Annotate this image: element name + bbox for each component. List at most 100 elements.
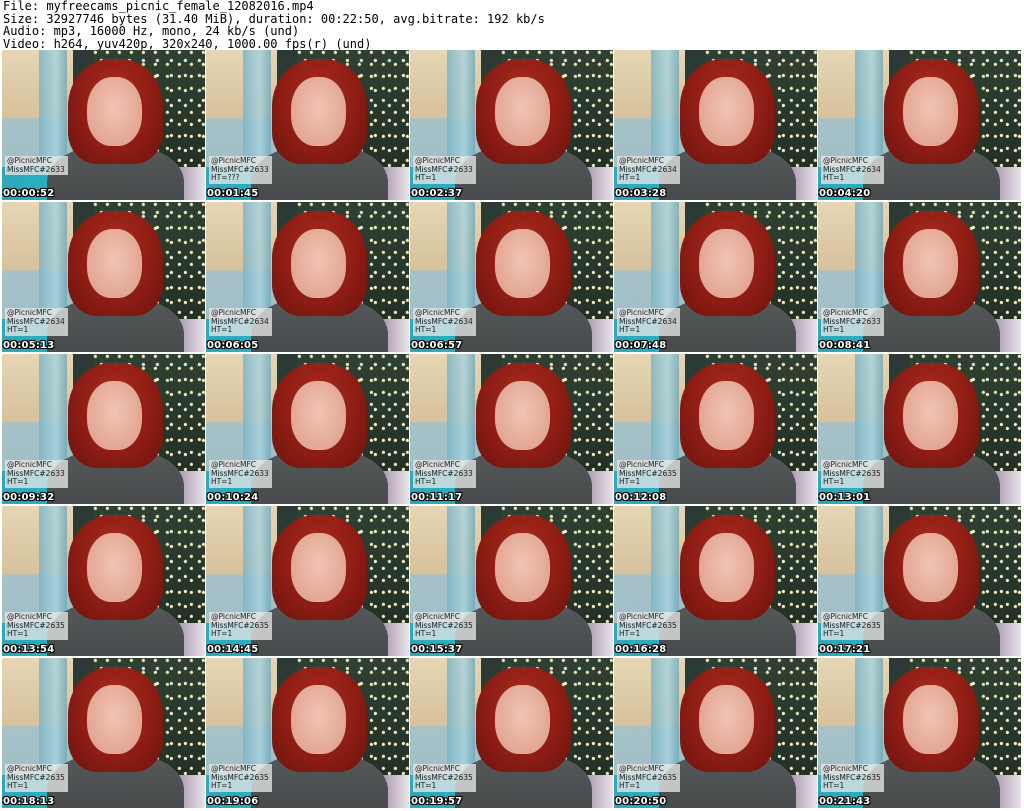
thumbnail-timestamp: 00:19:06 [207, 796, 259, 807]
stream-info-overlay: @PicnicMFC MissMFC#2635 HT=1 [413, 764, 476, 792]
video-thumbnail: @PicnicMFC MissMFC#2635 HT=1 00:18:13 [2, 658, 205, 808]
overlay-ht: HT=1 [211, 477, 233, 486]
thumbnail-timestamp: 00:07:48 [615, 340, 667, 351]
stream-info-overlay: @PicnicMFC MissMFC#2635 HT=1 [821, 612, 884, 640]
video-thumbnail: @PicnicMFC MissMFC#2635 HT=1 00:15:37 [410, 506, 613, 656]
overlay-ht: HT=1 [7, 325, 29, 334]
stream-info-overlay: @PicnicMFC MissMFC#2633 HT=1 [821, 308, 884, 336]
overlay-ht: HT=1 [211, 325, 233, 334]
stream-info-overlay: @PicnicMFC MissMFC#2633 HT=??? [209, 156, 272, 184]
video-thumbnail: @PicnicMFC MissMFC#2635 HT=1 00:16:28 [614, 506, 817, 656]
video-thumbnail: @PicnicMFC MissMFC#2635 HT=1 00:19:06 [206, 658, 409, 808]
overlay-ht: HT=1 [7, 629, 29, 638]
overlay-ht: HT=1 [823, 173, 845, 182]
overlay-ht: HT=1 [211, 629, 233, 638]
file-info-header: File: myfreecams_picnic_female_12082016.… [3, 0, 1021, 50]
thumbnail-timestamp: 00:06:57 [411, 340, 463, 351]
overlay-ht: HT=1 [823, 781, 845, 790]
overlay-ht: HT=1 [415, 325, 437, 334]
stream-info-overlay: @PicnicMFC MissMFC#2635 HT=1 [5, 612, 68, 640]
thumbnail-timestamp: 00:10:24 [207, 492, 259, 503]
thumbnail-timestamp: 00:14:45 [207, 644, 259, 655]
video-thumbnail: @PicnicMFC MissMFC#2633 HT=??? 00:01:45 [206, 50, 409, 200]
video-thumbnail: @PicnicMFC MissMFC#2635 HT=1 00:20:50 [614, 658, 817, 808]
overlay-ht: HT=1 [7, 781, 29, 790]
video-thumbnail: @PicnicMFC MissMFC#2635 HT=1 00:13:54 [2, 506, 205, 656]
thumbnail-timestamp: 00:01:45 [207, 188, 259, 199]
thumbnail-timestamp: 00:19:57 [411, 796, 463, 807]
audio-info-line: Audio: mp3, 16000 Hz, mono, 24 kb/s (und… [3, 24, 300, 38]
stream-info-overlay: @PicnicMFC MissMFC#2633 HT=1 [5, 460, 68, 488]
video-thumbnail: @PicnicMFC MissMFC#2635 HT=1 00:19:57 [410, 658, 613, 808]
stream-info-overlay: @PicnicMFC MissMFC#2634 HT=1 [821, 156, 884, 184]
thumbnail-timestamp: 00:04:20 [819, 188, 871, 199]
overlay-ht: HT=1 [823, 477, 845, 486]
thumbnail-timestamp: 00:11:17 [411, 492, 463, 503]
thumbnail-timestamp: 00:13:01 [819, 492, 871, 503]
video-thumbnail: @PicnicMFC MissMFC#2634 HT=1 00:03:28 [614, 50, 817, 200]
stream-info-overlay: @PicnicMFC MissMFC#2635 HT=1 [821, 460, 884, 488]
stream-info-overlay: @PicnicMFC MissMFC#2635 HT=1 [209, 612, 272, 640]
video-thumbnail: @PicnicMFC MissMFC#2635 HT=1 00:13:01 [818, 354, 1021, 504]
overlay-ht: HT=1 [211, 781, 233, 790]
thumbnail-timestamp: 00:17:21 [819, 644, 871, 655]
video-thumbnail: @PicnicMFC MissMFC#2633 00:00:52 [2, 50, 205, 200]
stream-info-overlay: @PicnicMFC MissMFC#2635 HT=1 [5, 764, 68, 792]
stream-info-overlay: @PicnicMFC MissMFC#2633 HT=1 [413, 460, 476, 488]
video-thumbnail: @PicnicMFC MissMFC#2634 HT=1 00:04:20 [818, 50, 1021, 200]
thumbnail-timestamp: 00:21:43 [819, 796, 871, 807]
video-thumbnail: @PicnicMFC MissMFC#2635 HT=1 00:21:43 [818, 658, 1021, 808]
video-thumbnail: @PicnicMFC MissMFC#2633 HT=1 00:11:17 [410, 354, 613, 504]
video-thumbnail: @PicnicMFC MissMFC#2635 HT=1 00:17:21 [818, 506, 1021, 656]
video-thumbnail: @PicnicMFC MissMFC#2634 HT=1 00:06:57 [410, 202, 613, 352]
thumbnail-grid: @PicnicMFC MissMFC#2633 00:00:52 @PicnicMFC… [2, 50, 1022, 808]
stream-info-overlay: @PicnicMFC MissMFC#2633 HT=1 [209, 460, 272, 488]
stream-info-overlay: @PicnicMFC MissMFC#2634 HT=1 [5, 308, 68, 336]
thumbnail-timestamp: 00:02:37 [411, 188, 463, 199]
stream-info-overlay: @PicnicMFC MissMFC#2634 HT=1 [209, 308, 272, 336]
overlay-ht: HT=1 [7, 477, 29, 486]
video-thumbnail: @PicnicMFC MissMFC#2633 HT=1 00:09:32 [2, 354, 205, 504]
overlay-ht: HT=1 [619, 325, 641, 334]
overlay-ht: HT=1 [823, 325, 845, 334]
overlay-ht: HT=1 [415, 781, 437, 790]
stream-info-overlay: @PicnicMFC MissMFC#2634 HT=1 [617, 156, 680, 184]
overlay-ht: HT=1 [619, 781, 641, 790]
video-thumbnail: @PicnicMFC MissMFC#2635 HT=1 00:14:45 [206, 506, 409, 656]
video-thumbnail: @PicnicMFC MissMFC#2634 HT=1 00:06:05 [206, 202, 409, 352]
thumbnail-timestamp: 00:03:28 [615, 188, 667, 199]
stream-info-overlay: @PicnicMFC MissMFC#2635 HT=1 [617, 764, 680, 792]
video-thumbnail: @PicnicMFC MissMFC#2634 HT=1 00:07:48 [614, 202, 817, 352]
thumbnail-timestamp: 00:12:08 [615, 492, 667, 503]
video-thumbnail: @PicnicMFC MissMFC#2633 HT=1 00:08:41 [818, 202, 1021, 352]
thumbnail-timestamp: 00:16:28 [615, 644, 667, 655]
overlay-ht: HT=??? [211, 173, 240, 182]
file-name-line: File: myfreecams_picnic_female_12082016.… [3, 0, 314, 13]
overlay-ht: HT=1 [619, 629, 641, 638]
stream-info-overlay: @PicnicMFC MissMFC#2633 HT=1 [413, 156, 476, 184]
video-info-line: Video: h264, yuv420p, 320x240, 1000.00 f… [3, 36, 372, 51]
overlay-ht: HT=1 [619, 173, 641, 182]
stream-info-overlay: @PicnicMFC MissMFC#2634 HT=1 [413, 308, 476, 336]
thumbnail-timestamp: 00:13:54 [3, 644, 55, 655]
overlay-ht: HT=1 [823, 629, 845, 638]
thumbnail-timestamp: 00:15:37 [411, 644, 463, 655]
overlay-ht: HT=1 [415, 173, 437, 182]
overlay-ht: HT=1 [619, 477, 641, 486]
thumbnail-timestamp: 00:05:13 [3, 340, 55, 351]
stream-info-overlay: @PicnicMFC MissMFC#2635 HT=1 [209, 764, 272, 792]
stream-info-overlay: @PicnicMFC MissMFC#2635 HT=1 [617, 460, 680, 488]
overlay-mfc: MissMFC#2633 [7, 164, 65, 174]
overlay-ht: HT=1 [415, 477, 437, 486]
video-thumbnail: @PicnicMFC MissMFC#2634 HT=1 00:05:13 [2, 202, 205, 352]
thumbnail-timestamp: 00:08:41 [819, 340, 871, 351]
overlay-ht: HT=1 [415, 629, 437, 638]
stream-info-overlay: @PicnicMFC MissMFC#2635 HT=1 [617, 612, 680, 640]
video-thumbnail: @PicnicMFC MissMFC#2635 HT=1 00:12:08 [614, 354, 817, 504]
stream-info-overlay: @PicnicMFC MissMFC#2634 HT=1 [617, 308, 680, 336]
thumbnail-timestamp: 00:06:05 [207, 340, 259, 351]
video-thumbnail: @PicnicMFC MissMFC#2633 HT=1 00:10:24 [206, 354, 409, 504]
thumbnail-timestamp: 00:00:52 [3, 188, 55, 199]
thumbnail-timestamp: 00:09:32 [3, 492, 55, 503]
stream-info-overlay: @PicnicMFC MissMFC#2635 HT=1 [413, 612, 476, 640]
